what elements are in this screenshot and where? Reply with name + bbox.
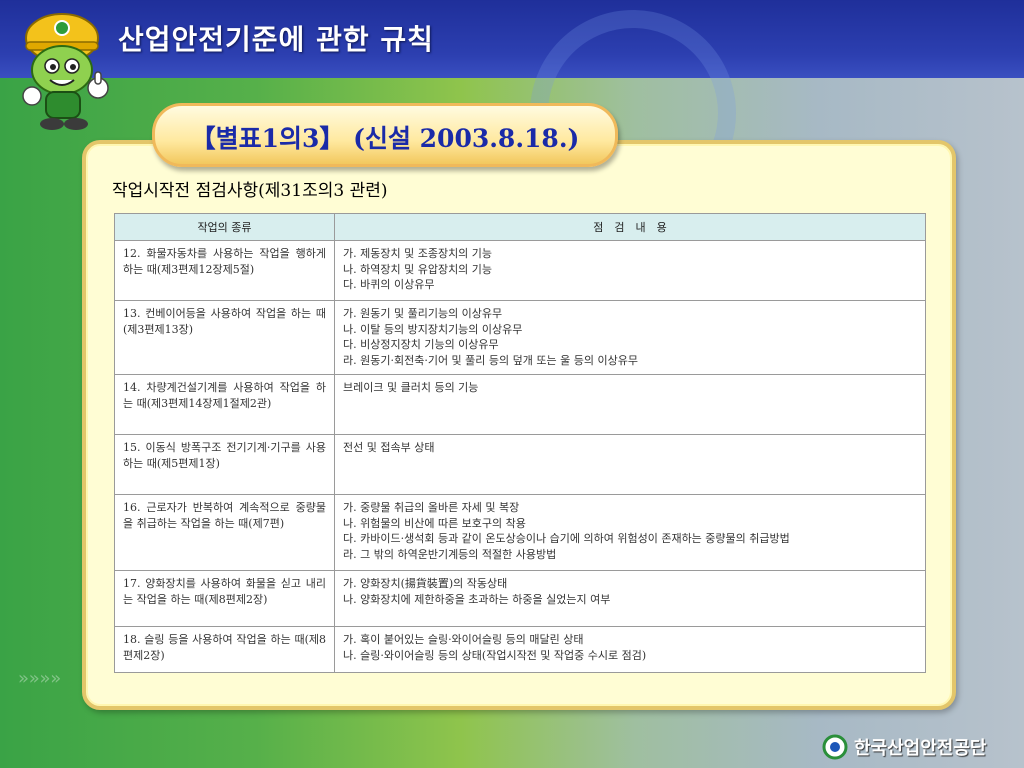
table-header-row: 작업의 종류 점 검 내 용	[114, 213, 926, 241]
inspection-item: 가. 제동장치 및 조종장치의 기능	[343, 247, 493, 260]
inspection-item: 가. 원동기 및 풀리기능의 이상유무	[343, 307, 503, 320]
column-header-type: 작업의 종류	[114, 213, 335, 241]
inspection-item: 다. 바퀴의 이상유무	[343, 278, 435, 291]
work-type-cell: 13. 컨베이어등을 사용하여 작업을 하는 때(제3편제13장)	[114, 300, 335, 375]
inspection-item: 다. 카바이드·생석회 등과 같이 온도상승이나 습기에 의하여 위험성이 존재…	[343, 532, 790, 545]
inspection-content-cell: 가. 양화장치(揚貨裝置)의 작동상태 나. 양화장치에 제한하중을 초과하는 …	[334, 570, 926, 627]
inspection-content-cell: 가. 제동장치 및 조종장치의 기능 나. 하역장치 및 유압장치의 기능 다.…	[334, 240, 926, 301]
inspection-item: 라. 그 밖의 하역운반기계등의 적절한 사용방법	[343, 547, 557, 561]
inspection-item: 브레이크 및 클러치 등의 기능	[343, 381, 479, 394]
work-type-cell: 18. 슬링 등을 사용하여 작업을 하는 때(제8편제2장)	[114, 626, 335, 673]
decorative-arrows: » » » »	[18, 668, 61, 689]
inspection-content-cell: 가. 중량물 취급의 올바른 자세 및 복장 나. 위험물의 비산에 따른 보호…	[334, 494, 926, 571]
inspection-item: 나. 슬링·와이어슬링 등의 상태(작업시작전 및 작업중 수시로 점검)	[343, 648, 647, 662]
inspection-content-cell: 브레이크 및 클러치 등의 기능	[334, 374, 926, 435]
table-row: 12. 화물자동차를 사용하는 작업을 행하게 하는 때(제3편제12장제5절)…	[114, 240, 926, 301]
work-type-cell: 16. 근로자가 반복하여 계속적으로 중량물을 취급하는 작업을 하는 때(제…	[114, 494, 335, 571]
table-row: 16. 근로자가 반복하여 계속적으로 중량물을 취급하는 작업을 하는 때(제…	[114, 494, 926, 571]
inspection-content-cell: 가. 원동기 및 풀리기능의 이상유무 나. 이탈 등의 방지장치기능의 이상유…	[334, 300, 926, 375]
inspection-item: 전선 및 접속부 상태	[343, 441, 435, 454]
inspection-item: 나. 양화장치에 제한하중을 초과하는 하중을 실었는지 여부	[343, 592, 611, 606]
mascot-icon	[22, 13, 109, 130]
inspection-item: 가. 혹이 붙어있는 슬링·와이어슬링 등의 매달린 상태	[343, 633, 584, 646]
inspection-item: 라. 원동기·회전축·기어 및 풀리 등의 덮개 또는 울 등의 이상유무	[343, 353, 638, 367]
inspection-item: 가. 중량물 취급의 올바른 자세 및 복장	[343, 501, 520, 514]
work-type-cell: 12. 화물자동차를 사용하는 작업을 행하게 하는 때(제3편제12장제5절)	[114, 240, 335, 301]
section-badge: 【별표1의3】 (신설 2003.8.18.)	[152, 103, 618, 167]
inspection-table: 작업의 종류 점 검 내 용 12. 화물자동차를 사용하는 작업을 행하게 하…	[114, 213, 926, 673]
table-row: 18. 슬링 등을 사용하여 작업을 하는 때(제8편제2장) 가. 혹이 붙어…	[114, 626, 926, 673]
header-bar: 산업안전기준에 관한 규칙	[0, 0, 1024, 216]
inspection-item: 가. 양화장치(揚貨裝置)의 작동상태	[343, 577, 508, 590]
inspection-item: 나. 위험물의 비산에 따른 보호구의 착용	[343, 516, 526, 530]
footer-logo: 한국산업안전공단	[822, 734, 986, 760]
inspection-content-cell: 전선 및 접속부 상태	[334, 434, 926, 495]
inspection-item: 나. 하역장치 및 유압장치의 기능	[343, 262, 493, 276]
inspection-item: 나. 이탈 등의 방지장치기능의 이상유무	[343, 322, 523, 336]
table-row: 17. 양화장치를 사용하여 화물을 싣고 내리는 작업을 하는 때(제8편제2…	[114, 570, 926, 627]
table-row: 15. 이동식 방폭구조 전기기계·기구를 사용하는 때(제5편제1장) 전선 …	[114, 434, 926, 495]
page-title: 산업안전기준에 관한 규칙	[118, 23, 434, 56]
inspection-item: 다. 비상정지장치 기능의 이상유무	[343, 338, 499, 351]
badge-text: 【별표1의3】 (신설 2003.8.18.)	[190, 124, 580, 153]
footer-org-name: 한국산업안전공단	[854, 738, 987, 759]
work-type-cell: 14. 차량계건설기계를 사용하여 작업을 하는 때(제3편제14장제1절제2관…	[114, 374, 335, 435]
work-type-cell: 17. 양화장치를 사용하여 화물을 싣고 내리는 작업을 하는 때(제8편제2…	[114, 570, 335, 627]
document-title: 작업시작전 점검사항(제31조의3 관련)	[112, 181, 388, 201]
kosha-logo-icon	[822, 734, 848, 760]
column-header-content: 점 검 내 용	[334, 213, 926, 241]
table-row: 14. 차량계건설기계를 사용하여 작업을 하는 때(제3편제14장제1절제2관…	[114, 374, 926, 435]
work-type-cell: 15. 이동식 방폭구조 전기기계·기구를 사용하는 때(제5편제1장)	[114, 434, 335, 495]
inspection-content-cell: 가. 혹이 붙어있는 슬링·와이어슬링 등의 매달린 상태 나. 슬링·와이어슬…	[334, 626, 926, 673]
table-row: 13. 컨베이어등을 사용하여 작업을 하는 때(제3편제13장) 가. 원동기…	[114, 300, 926, 375]
